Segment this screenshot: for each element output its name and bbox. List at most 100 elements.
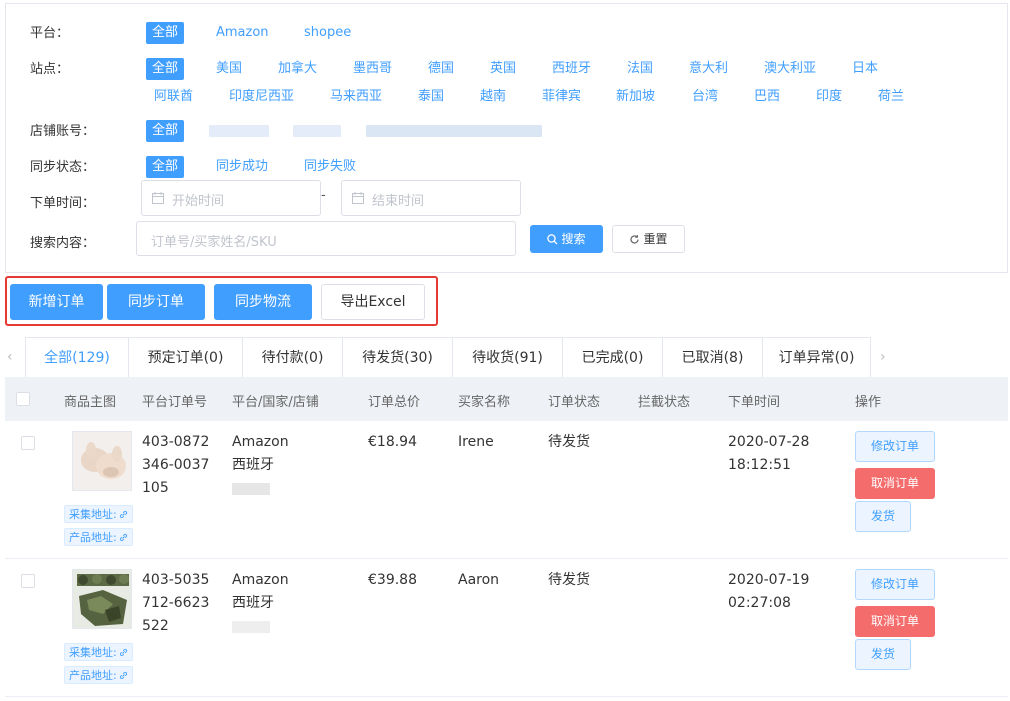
platform-name: Amazon (232, 434, 289, 450)
sync-option-all[interactable]: 全部 (146, 156, 185, 178)
site-option-es[interactable]: 西班牙 (552, 58, 591, 80)
shop-option-all[interactable]: 全部 (146, 120, 185, 142)
shop-name-redacted (232, 621, 270, 633)
refresh-icon (630, 235, 640, 244)
reset-button[interactable]: 重置 (612, 225, 685, 253)
cancel-order-button[interactable]: 取消订单 (855, 468, 935, 499)
search-button[interactable]: 搜索 (530, 225, 603, 253)
tab-cancelled[interactable]: 已取消(8) (663, 337, 763, 377)
site-option-br[interactable]: 巴西 (754, 86, 780, 108)
slippers-product-image (73, 432, 131, 490)
tab-to-ship[interactable]: 待发货(30) (343, 337, 453, 377)
site-option-jp[interactable]: 日本 (852, 58, 878, 80)
platform-name: Amazon (232, 572, 289, 588)
link-icon (119, 648, 127, 657)
order-clock: 02:27:08 (728, 595, 791, 611)
tabs-prev-arrow-icon[interactable]: ‹ (7, 349, 13, 365)
table-row: 采集地址: 产品地址: 403-5035 712-6623 522 Amazon… (5, 559, 1008, 697)
order-number-line: 403-5035 (142, 572, 210, 588)
product-link[interactable]: 产品地址: (64, 528, 133, 546)
site-option-de[interactable]: 德国 (428, 58, 454, 80)
site-option-vn[interactable]: 越南 (480, 86, 506, 108)
product-link-label: 产品地址: (69, 669, 117, 682)
edit-order-button[interactable]: 修改订单 (855, 431, 935, 462)
buyer-name: Irene (458, 434, 494, 450)
site-option-it[interactable]: 意大利 (689, 58, 728, 80)
order-time: 2020-07-19 02:27:08 (728, 569, 809, 615)
row-checkbox[interactable] (21, 436, 35, 450)
link-icon (119, 533, 127, 542)
shop-label: 店铺账号： (30, 124, 96, 139)
site-option-nl[interactable]: 荷兰 (878, 86, 904, 108)
site-option-ae[interactable]: 阿联酋 (154, 86, 193, 108)
shop-name-redacted (232, 483, 270, 495)
site-option-ca[interactable]: 加拿大 (278, 58, 317, 80)
order-clock: 18:12:51 (728, 457, 791, 473)
cancel-order-button[interactable]: 取消订单 (855, 606, 935, 637)
collect-link[interactable]: 采集地址: (64, 643, 133, 661)
site-option-in[interactable]: 印度 (816, 86, 842, 108)
tab-reserved[interactable]: 预定订单(0) (129, 337, 243, 377)
ship-button[interactable]: 发货 (855, 501, 911, 532)
header-order-time: 下单时间 (728, 395, 781, 410)
sync-option-success[interactable]: 同步成功 (216, 156, 268, 178)
order-time-label: 下单时间： (30, 196, 96, 211)
platform-option-amazon[interactable]: Amazon (216, 22, 269, 44)
tab-exception[interactable]: 订单异常(0) (763, 337, 871, 377)
order-status: 待发货 (548, 434, 590, 450)
platform-option-shopee[interactable]: shopee (304, 22, 351, 44)
order-number: 403-0872 346-0037 105 (142, 431, 209, 500)
date-separator: - (321, 188, 326, 203)
tab-unpaid[interactable]: 待付款(0) (243, 337, 343, 377)
product-image[interactable] (72, 569, 132, 629)
site-option-ph[interactable]: 菲律宾 (542, 86, 581, 108)
search-label: 搜索内容： (30, 236, 96, 251)
table-header: 商品主图 平台订单号 平台/国家/店铺 订单总价 买家名称 订单状态 拦截状态 … (5, 377, 1008, 421)
site-option-fr[interactable]: 法国 (627, 58, 653, 80)
site-option-us[interactable]: 美国 (216, 58, 242, 80)
camouflage-net-product-image (73, 570, 131, 628)
sync-logistics-button[interactable]: 同步物流 (214, 284, 312, 320)
add-order-button[interactable]: 新增订单 (10, 284, 103, 320)
sync-orders-button[interactable]: 同步订单 (107, 284, 205, 320)
ship-button[interactable]: 发货 (855, 639, 911, 670)
header-intercept: 拦截状态 (638, 395, 691, 410)
row-checkbox[interactable] (21, 574, 35, 588)
collect-link[interactable]: 采集地址: (64, 505, 133, 523)
platform-country-shop: Amazon 西班牙 (232, 431, 289, 477)
shop-option-redacted-1[interactable] (209, 125, 269, 137)
tab-to-receive[interactable]: 待收货(91) (453, 337, 563, 377)
tab-all[interactable]: 全部(129) (25, 337, 129, 377)
shop-option-redacted-3[interactable] (366, 125, 542, 137)
product-link[interactable]: 产品地址: (64, 666, 133, 684)
end-date-input[interactable]: 结束时间 (341, 180, 521, 216)
collect-link-label: 采集地址: (69, 508, 117, 521)
export-excel-button[interactable]: 导出Excel (321, 284, 425, 320)
site-option-uk[interactable]: 英国 (490, 58, 516, 80)
order-status: 待发货 (548, 572, 590, 588)
table-row: 采集地址: 产品地址: 403-0872 346-0037 105 Amazon… (5, 421, 1008, 559)
site-option-sg[interactable]: 新加坡 (616, 86, 655, 108)
search-input[interactable]: 订单号/买家姓名/SKU (136, 221, 516, 256)
site-option-au[interactable]: 澳大利亚 (764, 58, 816, 80)
site-option-my[interactable]: 马来西亚 (330, 86, 382, 108)
edit-order-button[interactable]: 修改订单 (855, 569, 935, 600)
site-option-tw[interactable]: 台湾 (692, 86, 718, 108)
shop-option-redacted-2[interactable] (293, 125, 341, 137)
tab-completed[interactable]: 已完成(0) (563, 337, 663, 377)
select-all-checkbox[interactable] (16, 392, 30, 406)
site-option-all[interactable]: 全部 (146, 58, 185, 80)
site-option-id[interactable]: 印度尼西亚 (229, 86, 294, 108)
product-image[interactable] (72, 431, 132, 491)
calendar-icon (352, 192, 364, 204)
link-icon (119, 510, 127, 519)
sync-option-failed[interactable]: 同步失败 (304, 156, 356, 178)
tabs-next-arrow-icon[interactable]: › (880, 349, 886, 365)
header-buyer: 买家名称 (458, 395, 511, 410)
site-option-th[interactable]: 泰国 (418, 86, 444, 108)
platform-country-shop: Amazon 西班牙 (232, 569, 289, 615)
platform-option-all[interactable]: 全部 (146, 22, 185, 44)
order-number: 403-5035 712-6623 522 (142, 569, 209, 638)
site-option-mx[interactable]: 墨西哥 (353, 58, 392, 80)
start-date-input[interactable]: 开始时间 (141, 180, 321, 216)
